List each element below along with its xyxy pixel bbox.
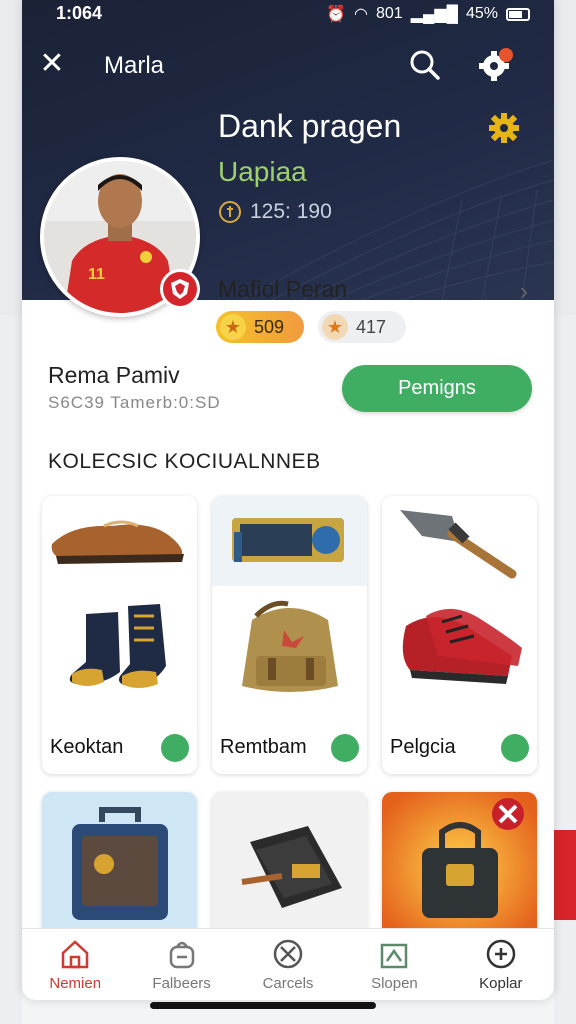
item-image-boots — [42, 586, 197, 706]
bag-icon — [169, 941, 194, 969]
nav-item-home[interactable]: Nemien — [22, 929, 128, 1000]
collection-item[interactable]: Remtbam — [212, 496, 367, 774]
top-app-bar: ✕ Marla — [22, 40, 554, 90]
chevron-right-icon[interactable]: › — [520, 278, 528, 306]
background-red-accent — [554, 830, 576, 920]
close-button[interactable]: ✕ — [36, 48, 68, 80]
verified-shield-icon — [161, 734, 189, 762]
item-label: Remtbam — [220, 736, 307, 758]
home-icon — [61, 940, 89, 969]
item-image-axe — [382, 496, 537, 586]
compass-icon — [486, 939, 516, 969]
nav-label: Carcels — [262, 975, 314, 992]
avatar-container[interactable]: 11 — [40, 157, 200, 325]
summary-title: Rema Pamiv — [48, 362, 180, 388]
gear-icon — [479, 48, 513, 81]
trophy-icon — [219, 201, 241, 223]
item-label: Keoktan — [50, 736, 124, 758]
player-card-name[interactable]: Mafiol Peran — [218, 276, 347, 303]
summary-subtitle: S6C39 Tamerb:0:SD — [48, 393, 221, 412]
battery-icon — [506, 7, 530, 21]
silver-stars-value: 417 — [356, 316, 387, 337]
background-left-edge — [0, 315, 22, 1024]
search-button[interactable] — [408, 48, 442, 82]
app-screen: 1:064 ⏰ ◠ 801 ▂▄▆█ 45% ✕ Marla Dank prag… — [22, 0, 554, 1000]
nav-item-tools[interactable]: Carcels — [235, 929, 341, 1000]
item-image-backpack — [212, 586, 367, 706]
nav-label: Koplar — [479, 975, 523, 992]
item-image-suitcase — [42, 792, 197, 942]
verified-shield-icon — [501, 734, 529, 762]
item-image-ticket — [212, 496, 367, 586]
signal-icon: ▂▄▆█ — [410, 6, 458, 23]
alarm-icon: ⏰ — [326, 6, 347, 23]
gold-gear-icon — [489, 113, 519, 143]
close-icon: ✕ — [39, 47, 65, 80]
svg-text:11: 11 — [88, 266, 105, 283]
collection-item[interactable]: Keoktan — [42, 496, 197, 774]
gold-stars-value: 509 — [254, 316, 285, 337]
item-image-sneakers — [382, 586, 537, 706]
collection-item[interactable] — [212, 792, 367, 942]
collection-item[interactable] — [42, 792, 197, 942]
bottom-navigation: Nemien Falbeers Carcels Slopen Koplar — [22, 928, 554, 1000]
nav-item-bag[interactable]: Falbeers — [128, 929, 234, 1000]
nav-label: Falbeers — [152, 975, 211, 992]
verified-shield-icon — [331, 734, 359, 762]
nav-label: Nemien — [49, 975, 102, 992]
nav-item-map[interactable]: Slopen — [341, 929, 447, 1000]
status-icons: ⏰ ◠ 801 ▂▄▆█ 45% — [326, 4, 530, 24]
page-title: Marla — [104, 52, 165, 79]
profile-score: 125: 190 — [218, 200, 332, 224]
collection-item[interactable] — [382, 792, 537, 942]
collection-item[interactable]: Pelgcia — [382, 496, 537, 774]
gold-stars-badge: ★ 509 — [216, 311, 304, 343]
wifi-icon: ◠ — [354, 6, 368, 23]
item-image-shoe — [42, 496, 197, 586]
collection-section-title: KOLECSIC KOCIUALNNEB — [48, 450, 321, 473]
battery-percent: 45% — [465, 5, 498, 22]
profile-name: Dank pragen — [218, 108, 402, 144]
home-indicator — [150, 1002, 376, 1009]
item-image-wallet — [212, 792, 367, 942]
settings-button[interactable] — [478, 46, 514, 82]
nav-label: Slopen — [371, 975, 418, 992]
primary-action-button[interactable]: Pemigns — [342, 365, 532, 412]
profile-subtitle: Uapiaa — [218, 156, 307, 187]
status-time: 1:064 — [56, 3, 103, 23]
item-label: Pelgcia — [390, 736, 456, 758]
tools-icon — [273, 939, 303, 969]
star-icon: ★ — [220, 314, 246, 340]
status-bar: 1:064 ⏰ ◠ 801 ▂▄▆█ 45% — [22, 0, 554, 30]
item-image-lockbox — [382, 792, 537, 942]
network-label: 801 — [375, 5, 403, 22]
star-icon: ★ — [322, 314, 348, 340]
club-badge-icon — [160, 269, 200, 309]
map-icon — [381, 943, 408, 969]
profile-score-value: 125: 190 — [250, 200, 332, 223]
profile-settings-button[interactable] — [488, 112, 520, 144]
search-icon — [410, 50, 440, 80]
silver-stars-badge: ★ 417 — [318, 311, 406, 343]
nav-item-player[interactable]: Koplar — [448, 929, 554, 1000]
